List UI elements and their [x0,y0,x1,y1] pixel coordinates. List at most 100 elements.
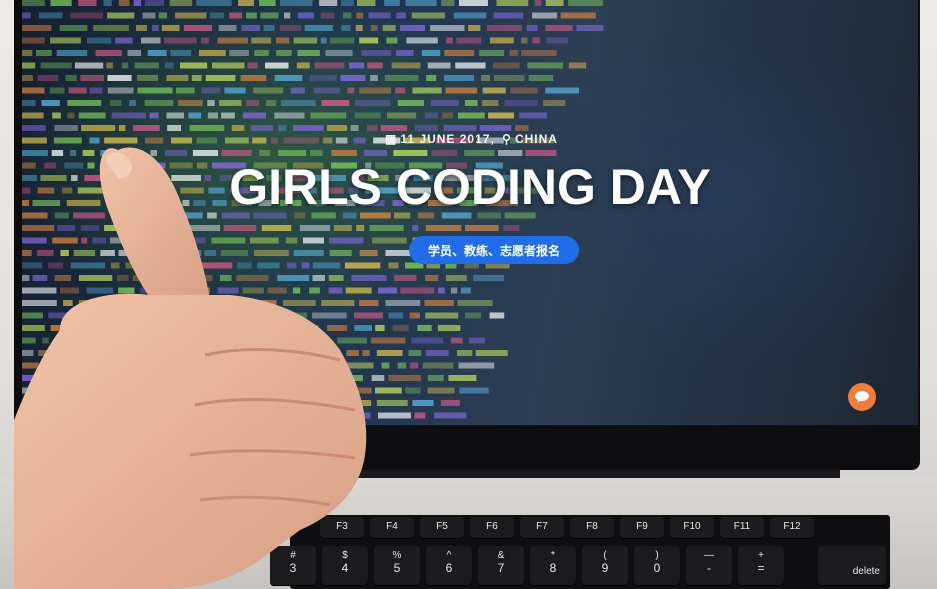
function-key[interactable]: F12 [770,517,814,539]
code-fragment [118,287,135,294]
chat-bubble-icon[interactable] [848,383,876,411]
code-fragment [400,25,425,31]
code-fragment [129,362,141,369]
code-fragment [437,325,461,331]
number-key[interactable]: ) 0 [634,546,680,586]
code-fragment [219,275,232,281]
code-fragment [236,387,256,394]
number-key[interactable]: + = [738,546,784,586]
code-fragment [147,362,160,369]
function-key[interactable]: F8 [570,517,614,539]
code-fragment [362,350,370,356]
code-fragment [446,37,453,44]
code-fragment [338,387,372,394]
code-fragment [38,12,63,19]
number-key[interactable]: ^ 6 [426,546,472,586]
number-key-digit: 0 [653,561,661,575]
function-key[interactable]: F4 [370,517,414,539]
code-fragment [114,412,146,419]
code-fragment [254,50,269,56]
code-fragment [128,225,158,231]
code-fragment [163,325,189,331]
number-key[interactable]: & 7 [478,546,524,586]
code-fragment [137,87,173,94]
code-fragment [140,287,171,294]
register-button[interactable]: 学员、教练、志愿者报名 [409,236,579,264]
code-fragment [178,100,203,106]
code-fragment [400,287,435,294]
number-key[interactable]: $4 [322,546,368,586]
code-fragment [22,300,57,306]
number-key[interactable]: #3 [270,546,316,586]
code-fragment [532,37,541,44]
code-fragment [261,337,282,344]
code-fragment [576,25,604,31]
code-fragment [205,75,236,81]
code-fragment [106,62,113,69]
number-key[interactable]: — - [686,546,732,586]
code-fragment [41,100,60,106]
function-key[interactable]: F6 [470,517,514,539]
function-key[interactable]: F5 [420,517,464,539]
code-fragment [384,0,400,6]
code-fragment [110,262,120,269]
code-fragment [22,325,45,331]
code-fragment [329,250,352,256]
code-fragment [262,387,275,394]
code-fragment [526,25,538,31]
code-fragment [101,387,121,394]
event-date: 11 JUNE 2017, [400,132,495,146]
code-fragment [460,287,471,294]
function-key[interactable]: F10 [670,517,714,539]
code-fragment [93,300,129,306]
code-fragment [431,100,459,106]
number-key-symbol: + [758,550,764,561]
code-fragment [259,150,271,156]
code-fragment [81,362,94,369]
function-key-label: F4 [386,521,398,532]
code-fragment [381,362,390,369]
function-key-label: F5 [436,521,448,532]
function-key[interactable]: F9 [620,517,664,539]
code-fragment [183,25,213,31]
code-fragment [22,412,55,419]
keyboard: F3 F4 F5 F6 F7 F8 F9 F10 F11 F12 #3 $4% 5 ^ 6 & 7 * 8(9) 0… [270,515,890,589]
code-fragment [135,300,161,306]
code-fragment [189,125,225,131]
code-fragment [393,150,428,156]
code-fragment [236,362,268,369]
code-fragment [281,312,307,319]
delete-key[interactable]: delete [818,546,886,586]
code-fragment [320,12,335,19]
code-fragment [214,312,243,319]
code-fragment [353,312,383,319]
code-fragment [22,287,57,294]
code-fragment [394,275,417,281]
number-key[interactable]: % 5 [374,546,420,586]
code-fragment [187,312,206,319]
code-fragment [179,287,210,294]
code-fragment [180,62,208,69]
number-key[interactable]: * 8 [530,546,576,586]
code-fragment [253,87,284,94]
number-key[interactable]: (9 [582,546,628,586]
function-key[interactable]: F3 [320,517,364,539]
code-fragment [325,50,353,56]
code-fragment [125,387,150,394]
code-fragment [568,62,587,69]
code-fragment [22,237,47,244]
number-key-symbol: $ [342,550,348,561]
code-fragment [275,412,303,419]
code-fragment [70,150,77,156]
code-fragment [376,400,408,406]
code-fragment [344,262,381,269]
code-fragment [384,75,419,81]
function-key[interactable]: F11 [720,517,764,539]
code-fragment [504,100,538,106]
code-fragment [297,12,314,19]
code-fragment [69,350,80,356]
code-fragment [276,362,299,369]
code-fragment [367,62,383,69]
code-fragment [191,275,213,281]
function-key[interactable]: F7 [520,517,564,539]
